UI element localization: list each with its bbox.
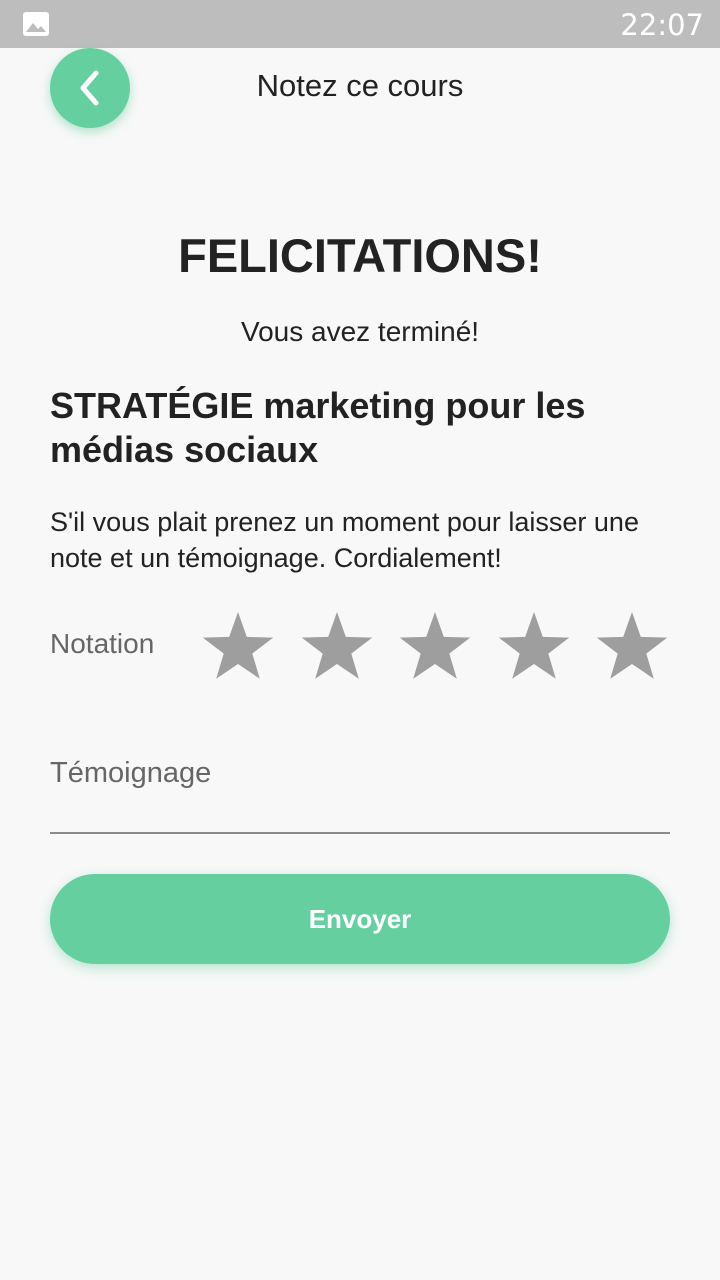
status-time: 22:07	[620, 8, 704, 42]
rating-label: Notation	[50, 628, 155, 659]
testimony-input[interactable]: Témoignage	[50, 752, 670, 834]
testimony-placeholder: Témoignage	[50, 757, 212, 789]
star-icon[interactable]	[299, 610, 375, 680]
course-title: STRATÉGIE marketing pour les médias soci…	[50, 385, 586, 470]
completed-subheading: Vous avez terminé!	[240, 316, 480, 347]
star-icon[interactable]	[496, 610, 572, 680]
star-icon[interactable]	[200, 610, 276, 680]
rating-request-message: S'il vous plait prenez un moment pour la…	[50, 507, 639, 573]
send-button[interactable]: Envoyer	[50, 874, 670, 964]
image-icon	[23, 12, 49, 36]
star-rating[interactable]	[200, 610, 670, 680]
congratulations-heading: FELICITATIONS!	[178, 229, 542, 282]
star-icon[interactable]	[594, 610, 670, 680]
star-icon[interactable]	[397, 610, 473, 680]
page-title: Notez ce cours	[256, 68, 464, 103]
status-bar: 22:07	[0, 0, 720, 48]
